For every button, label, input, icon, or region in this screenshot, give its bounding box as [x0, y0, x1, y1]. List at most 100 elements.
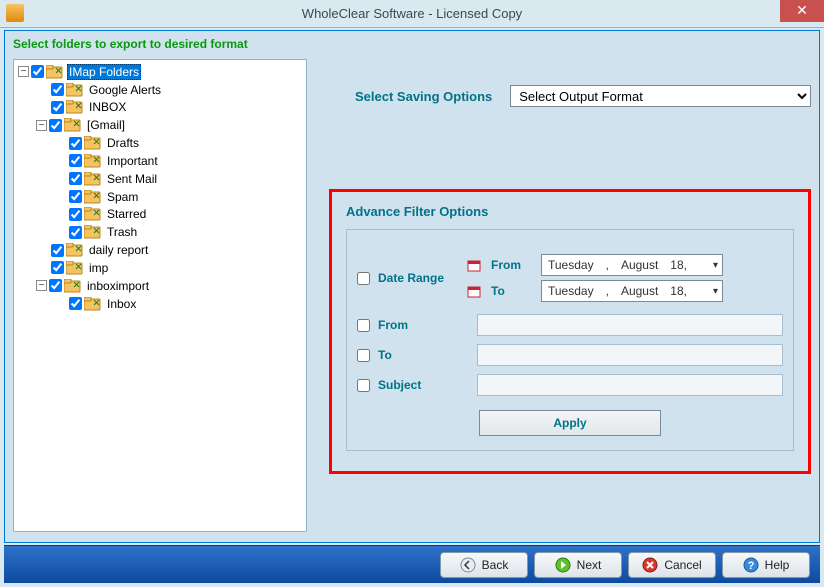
output-format-select[interactable]: Select Output Format: [510, 85, 811, 107]
tree-node[interactable]: Sent Mail: [54, 170, 306, 187]
tree-node-label[interactable]: INBOX: [87, 100, 128, 114]
tree-node[interactable]: INBOX: [36, 99, 306, 116]
tree-checkbox[interactable]: [51, 101, 64, 114]
from-label: From: [378, 318, 408, 332]
tree-node[interactable]: Trash: [54, 223, 306, 240]
tree-checkbox[interactable]: [51, 244, 64, 257]
tree-checkbox[interactable]: [49, 279, 62, 292]
tree-checkbox[interactable]: [51, 261, 64, 274]
tree-checkbox[interactable]: [31, 65, 44, 78]
tree-node-label[interactable]: Important: [105, 154, 160, 168]
chevron-down-icon: ▾: [713, 260, 718, 271]
date-to-picker[interactable]: Tuesday , August 18, ▾: [541, 280, 723, 302]
tree-node[interactable]: Drafts: [54, 134, 306, 151]
folder-icon: [64, 279, 82, 293]
folder-icon: [66, 100, 84, 114]
tree-checkbox[interactable]: [69, 137, 82, 150]
to-input[interactable]: [477, 344, 783, 366]
subject-checkbox[interactable]: [357, 379, 370, 392]
help-label: Help: [765, 558, 790, 572]
subject-input[interactable]: [477, 374, 783, 396]
tree-node-label[interactable]: Google Alerts: [87, 83, 163, 97]
tree-checkbox[interactable]: [69, 226, 82, 239]
date-to-sublabel: To: [491, 284, 531, 298]
tree-checkbox[interactable]: [69, 154, 82, 167]
instruction-label: Select folders to export to desired form…: [5, 31, 819, 55]
tree-node[interactable]: Starred: [54, 206, 306, 223]
tree-checkbox[interactable]: [49, 119, 62, 132]
apply-button[interactable]: Apply: [479, 410, 661, 436]
date-range-checkbox[interactable]: [357, 272, 370, 285]
cancel-button[interactable]: Cancel: [628, 552, 716, 578]
chevron-down-icon: ▾: [713, 286, 718, 297]
help-icon: ?: [743, 557, 759, 573]
folder-icon: [66, 243, 84, 257]
tree-node-label[interactable]: Drafts: [105, 136, 141, 150]
date-from-sublabel: From: [491, 258, 531, 272]
folder-icon: [66, 83, 84, 97]
folder-icon: [84, 154, 102, 168]
svg-text:?: ?: [747, 560, 754, 572]
tree-node[interactable]: Inbox: [54, 295, 306, 312]
tree-checkbox[interactable]: [69, 208, 82, 221]
folder-icon: [84, 172, 102, 186]
close-button[interactable]: ✕: [780, 0, 824, 22]
tree-node-label[interactable]: daily report: [87, 243, 150, 257]
help-button[interactable]: ? Help: [722, 552, 810, 578]
folder-icon: [64, 118, 82, 132]
tree-node[interactable]: − [Gmail] Drafts Important Sent Mail Spam Star…: [36, 116, 306, 240]
folder-icon: [84, 136, 102, 150]
to-checkbox[interactable]: [357, 349, 370, 362]
expand-toggle[interactable]: −: [18, 66, 29, 77]
window-title: WholeClear Software - Licensed Copy: [302, 6, 522, 21]
tree-node-label[interactable]: inboximport: [85, 279, 151, 293]
calendar-icon: [467, 258, 481, 272]
wizard-footer: Back Next Cancel ? Help: [4, 545, 820, 583]
tree-node[interactable]: imp: [36, 259, 306, 276]
tree-node-label[interactable]: IMap Folders: [67, 64, 141, 80]
tree-node[interactable]: Google Alerts: [36, 81, 306, 98]
folder-icon: [84, 190, 102, 204]
calendar-icon: [467, 284, 481, 298]
tree-node-label[interactable]: Sent Mail: [105, 172, 159, 186]
next-label: Next: [577, 558, 602, 572]
tree-node-label[interactable]: Inbox: [105, 297, 138, 311]
tree-checkbox[interactable]: [69, 190, 82, 203]
folder-tree-panel[interactable]: − IMap Folders Google Alerts INBOX − [Gmail] D…: [13, 59, 307, 532]
tree-node-label[interactable]: [Gmail]: [85, 118, 127, 132]
from-checkbox[interactable]: [357, 319, 370, 332]
expand-toggle[interactable]: −: [36, 280, 47, 291]
folder-icon: [84, 225, 102, 239]
tree-node-label[interactable]: Trash: [105, 225, 139, 239]
tree-node-label[interactable]: Starred: [105, 207, 148, 221]
app-icon: [6, 4, 24, 22]
tree-checkbox[interactable]: [51, 83, 64, 96]
back-button[interactable]: Back: [440, 552, 528, 578]
advance-filter-box: Advance Filter Options Date Range From: [329, 189, 811, 474]
tree-node-label[interactable]: imp: [87, 261, 110, 275]
folder-icon: [84, 207, 102, 221]
tree-node[interactable]: − inboximport Inbox: [36, 277, 306, 312]
tree-node[interactable]: daily report: [36, 241, 306, 258]
folder-icon: [66, 261, 84, 275]
tree-checkbox[interactable]: [69, 297, 82, 310]
date-range-label: Date Range: [378, 271, 444, 285]
tree-node[interactable]: − IMap Folders Google Alerts INBOX − [Gmail] D…: [18, 63, 306, 312]
options-panel: Select Saving Options Select Output Form…: [315, 59, 811, 532]
back-label: Back: [482, 558, 509, 572]
tree-checkbox[interactable]: [69, 172, 82, 185]
expand-toggle[interactable]: −: [36, 120, 47, 131]
tree-node[interactable]: Important: [54, 152, 306, 169]
filter-groupbox: Date Range From Tuesday ,: [346, 229, 794, 451]
to-label: To: [378, 348, 392, 362]
tree-node[interactable]: Spam: [54, 188, 306, 205]
next-button[interactable]: Next: [534, 552, 622, 578]
advance-filter-title: Advance Filter Options: [346, 204, 794, 219]
close-icon: ✕: [796, 2, 808, 18]
back-icon: [460, 557, 476, 573]
cancel-label: Cancel: [664, 558, 701, 572]
content-panel: Select folders to export to desired form…: [4, 30, 820, 543]
from-input[interactable]: [477, 314, 783, 336]
tree-node-label[interactable]: Spam: [105, 190, 140, 204]
date-from-picker[interactable]: Tuesday , August 18, ▾: [541, 254, 723, 276]
